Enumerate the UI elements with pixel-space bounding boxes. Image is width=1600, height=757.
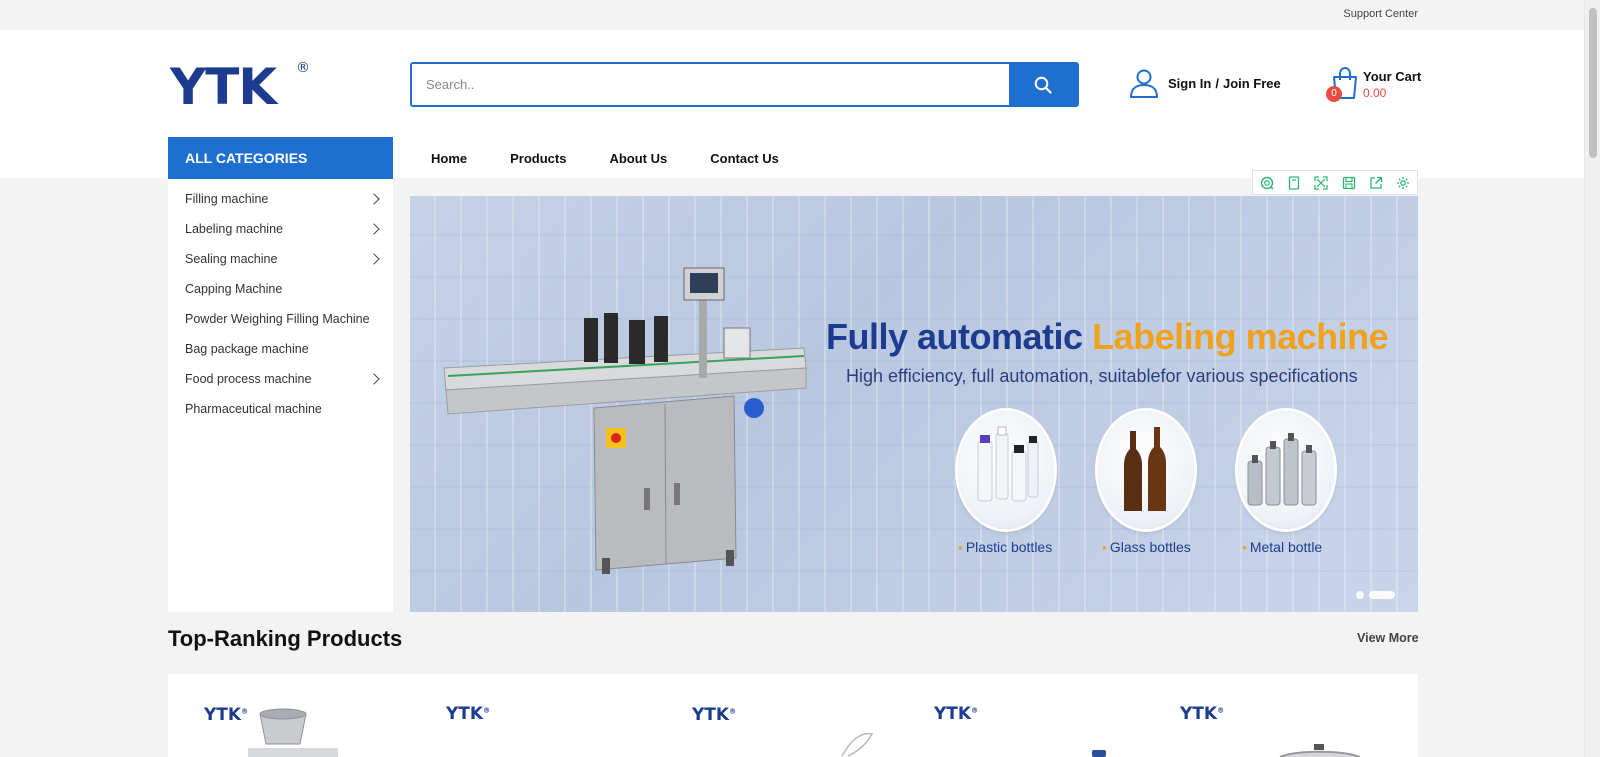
labeling-machine-image — [443, 267, 807, 574]
category-item-pharmaceutical-machine[interactable]: Pharmaceutical machine — [168, 394, 393, 424]
banner-title-part1: Fully automatic — [826, 316, 1083, 357]
cart-total: 0.00 — [1363, 86, 1387, 100]
bookmark-icon[interactable] — [1287, 175, 1301, 190]
product-image — [1092, 750, 1106, 757]
cart-count-badge: 0 — [1326, 86, 1342, 102]
product-row: YTK® YTK® YTK® YTK® YTK® — [168, 674, 1418, 757]
scrollbar-thumb[interactable] — [1589, 8, 1597, 158]
nav-products[interactable]: Products — [510, 151, 566, 166]
page-scrollbar[interactable] — [1584, 0, 1600, 757]
category-label: Pharmaceutical machine — [185, 402, 322, 416]
category-label: Filling machine — [185, 192, 269, 206]
chevron-right-icon — [368, 373, 380, 385]
lens-icon[interactable] — [1260, 176, 1274, 190]
search-input[interactable] — [412, 64, 1009, 105]
search-button[interactable] — [1009, 64, 1077, 105]
all-categories-heading[interactable]: ALL CATEGORIES — [168, 137, 393, 179]
chevron-right-icon — [368, 193, 380, 205]
search-icon — [1034, 76, 1052, 94]
section-title: Top-Ranking Products — [168, 626, 403, 651]
support-center-link[interactable]: Support Center — [1343, 8, 1418, 20]
sign-in-link[interactable]: Sign In — [1168, 76, 1211, 91]
account-area[interactable]: Sign In / Join Free — [1128, 68, 1281, 98]
category-item-filling-machine[interactable]: Filling machine — [168, 184, 393, 214]
carousel-dots — [1356, 591, 1395, 599]
chevron-right-icon — [368, 223, 380, 235]
logo[interactable]: YTK ® — [170, 58, 310, 108]
save-icon[interactable] — [1342, 176, 1356, 190]
bottle-label-glass: Glass bottles — [1102, 539, 1191, 555]
product-image — [248, 708, 338, 757]
category-item-capping-machine[interactable]: Capping Machine — [168, 274, 393, 304]
signin-separator: / — [1215, 75, 1219, 91]
top-strip: Support Center — [0, 0, 1584, 30]
product-card[interactable]: YTK® — [678, 674, 898, 757]
carousel-dot-2[interactable] — [1369, 591, 1395, 599]
category-label: Food process machine — [185, 372, 312, 386]
share-icon[interactable] — [1369, 176, 1383, 190]
nav-contact-us[interactable]: Contact Us — [710, 151, 779, 166]
bottle-label-metal: Metal bottle — [1242, 539, 1322, 555]
product-card[interactable]: YTK® — [430, 674, 650, 757]
user-icon — [1129, 69, 1159, 98]
nav-home[interactable]: Home — [431, 151, 467, 166]
category-label: Powder Weighing Filling Machine — [185, 312, 370, 326]
banner-subtitle: High efficiency, full automation, suitab… — [846, 366, 1358, 386]
main-nav: Home Products About Us Contact Us — [431, 151, 822, 166]
category-item-powder-weighing-filling-machine[interactable]: Powder Weighing Filling Machine — [168, 304, 393, 334]
carousel-dot-1[interactable] — [1356, 591, 1364, 599]
view-more-link[interactable]: View More — [1357, 631, 1419, 645]
bottle-label-plastic: Plastic bottles — [958, 539, 1052, 555]
product-card[interactable]: YTK® — [1166, 674, 1386, 757]
signin-text: Sign In / Join Free — [1168, 76, 1281, 91]
cart-title: Your Cart — [1363, 69, 1422, 84]
product-brand-logo: YTK® — [934, 704, 979, 724]
fullscreen-icon[interactable] — [1314, 175, 1328, 190]
logo-text: YTK — [170, 58, 279, 108]
category-label: Capping Machine — [185, 282, 283, 296]
product-brand-logo: YTK® — [204, 705, 249, 725]
page-tools — [1252, 170, 1418, 195]
metal-bottle-image — [1238, 411, 1334, 529]
product-card[interactable]: YTK® — [188, 674, 408, 757]
plastic-bottles-image — [958, 411, 1054, 529]
category-item-sealing-machine[interactable]: Sealing machine — [168, 244, 393, 274]
search-bar — [410, 62, 1079, 107]
category-list: Filling machine Labeling machine Sealing… — [168, 179, 393, 612]
hero-banner[interactable]: Fully automatic Labeling machine High ef… — [410, 196, 1418, 612]
category-item-food-process-machine[interactable]: Food process machine — [168, 364, 393, 394]
settings-icon[interactable] — [1396, 176, 1410, 190]
nav-about-us[interactable]: About Us — [609, 151, 667, 166]
banner-title: Fully automatic Labeling machine — [826, 316, 1389, 358]
product-image — [1279, 744, 1361, 757]
category-item-bag-package-machine[interactable]: Bag package machine — [168, 334, 393, 364]
category-label: Sealing machine — [185, 252, 278, 266]
banner-title-highlight: Labeling machine — [1092, 316, 1389, 357]
category-label: Bag package machine — [185, 342, 309, 356]
logo-registered-mark: ® — [296, 60, 310, 76]
product-image — [841, 732, 874, 757]
glass-bottles-image — [1098, 411, 1194, 529]
cart[interactable]: 0 Your Cart 0.00 — [1325, 66, 1422, 106]
product-brand-logo: YTK® — [446, 704, 491, 724]
category-label: Labeling machine — [185, 222, 283, 236]
category-item-labeling-machine[interactable]: Labeling machine — [168, 214, 393, 244]
product-brand-logo: YTK® — [1180, 704, 1225, 724]
chevron-right-icon — [368, 253, 380, 265]
product-card[interactable]: YTK® — [920, 674, 1140, 757]
product-brand-logo: YTK® — [692, 705, 737, 725]
join-free-link[interactable]: Join Free — [1223, 76, 1281, 91]
